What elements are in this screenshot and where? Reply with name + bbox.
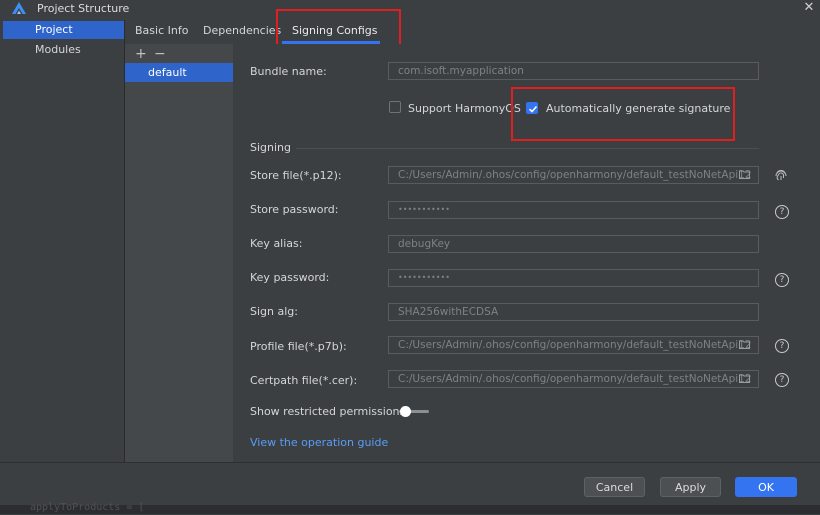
folder-icon[interactable] — [739, 374, 750, 383]
bundle-name-field[interactable]: com.isoft.myapplication — [388, 62, 759, 80]
store-file-label: Store file(*.p12): — [250, 169, 342, 182]
toggle-knob[interactable] — [400, 406, 411, 417]
certpath-file-field[interactable]: C:/Users/Admin/.ohos/config/openharmony/… — [388, 370, 759, 388]
nav-item-modules[interactable]: Modules — [3, 41, 124, 59]
background-editor-strip: applyToProducts = [ — [0, 502, 820, 514]
tab-basic-info[interactable]: Basic Info — [135, 18, 188, 44]
highlight-box-auto-sign — [511, 87, 735, 141]
section-divider — [296, 148, 759, 149]
key-alias-field[interactable]: debugKey — [388, 235, 759, 253]
help-icon[interactable]: ? — [775, 205, 789, 219]
config-item-default[interactable]: default — [125, 63, 233, 82]
title-bar: Project Structure ✕ — [0, 0, 820, 18]
key-password-label: Key password: — [250, 271, 330, 284]
config-item-label: default — [148, 66, 187, 79]
window-title: Project Structure — [37, 2, 130, 15]
help-icon[interactable]: ? — [775, 339, 789, 353]
fingerprint-icon[interactable] — [774, 168, 788, 182]
profile-file-field[interactable]: C:/Users/Admin/.ohos/config/openharmony/… — [388, 336, 759, 354]
tab-bar: Basic Info Dependencies Signing Configs — [125, 18, 820, 44]
store-password-label: Store password: — [250, 203, 339, 216]
sign-alg-field[interactable]: SHA256withECDSA — [388, 303, 759, 321]
store-password-field[interactable]: ••••••••••• — [388, 201, 759, 219]
help-icon[interactable]: ? — [775, 273, 789, 287]
profile-file-value: C:/Users/Admin/.ohos/config/openharmony/… — [398, 339, 752, 351]
help-icon[interactable]: ? — [775, 373, 789, 387]
support-harmonyos-label: Support HarmonyOS — [408, 102, 521, 115]
left-nav: Project Modules — [3, 20, 124, 462]
store-file-value: C:/Users/Admin/.ohos/config/openharmony/… — [398, 169, 752, 181]
background-code-text: applyToProducts = [ — [30, 502, 145, 513]
ok-button[interactable]: OK — [735, 477, 797, 497]
sign-alg-label: Sign alg: — [250, 305, 298, 318]
config-list-panel: + − default — [125, 44, 233, 462]
signing-section-title: Signing — [250, 141, 292, 154]
nav-item-label: Project — [35, 23, 73, 36]
restricted-permissions-label: Show restricted permissions — [250, 405, 406, 418]
project-structure-dialog: Project Structure ✕ Project Modules Basi… — [0, 0, 820, 515]
nav-item-project[interactable]: Project — [3, 21, 124, 39]
apply-button[interactable]: Apply — [660, 477, 721, 497]
store-file-field[interactable]: C:/Users/Admin/.ohos/config/openharmony/… — [388, 166, 759, 184]
support-harmonyos-checkbox[interactable] — [389, 101, 401, 113]
nav-item-label: Modules — [35, 43, 81, 56]
tab-dependencies[interactable]: Dependencies — [203, 18, 281, 44]
add-icon[interactable]: + — [135, 47, 147, 61]
certpath-file-label: Certpath file(*.cer): — [250, 374, 358, 387]
folder-icon[interactable] — [739, 340, 750, 349]
cancel-button[interactable]: Cancel — [584, 477, 645, 497]
folder-icon[interactable] — [739, 170, 750, 179]
key-alias-label: Key alias: — [250, 237, 303, 250]
certpath-file-value: C:/Users/Admin/.ohos/config/openharmony/… — [398, 373, 752, 385]
remove-icon[interactable]: − — [154, 47, 166, 61]
app-logo-icon — [12, 2, 26, 14]
profile-file-label: Profile file(*.p7b): — [250, 340, 347, 353]
operation-guide-link[interactable]: View the operation guide — [250, 436, 388, 449]
bundle-name-label: Bundle name: — [250, 65, 327, 78]
close-icon[interactable]: ✕ — [802, 0, 816, 16]
key-password-field[interactable]: ••••••••••• — [388, 269, 759, 287]
